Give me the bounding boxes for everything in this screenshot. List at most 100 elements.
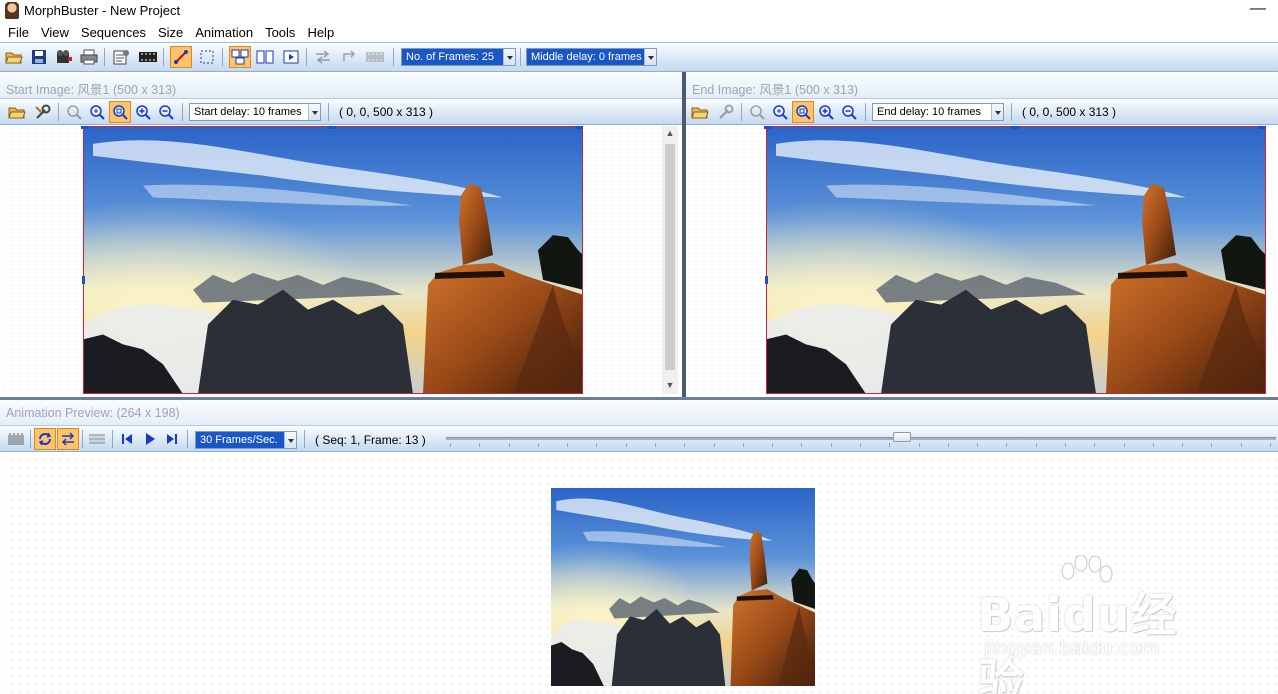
seek-slider-thumb[interactable] [892,432,911,442]
zoom-in-icon[interactable] [132,101,154,123]
middle-delay-select[interactable]: Middle delay: 0 frames [526,48,657,66]
resize-handle[interactable] [765,276,768,284]
slider-tick [567,443,569,447]
slider-tick [1123,443,1125,447]
start-image-scrollbar[interactable]: ▲ ▼ [662,126,678,394]
open-folder-icon[interactable] [6,101,28,123]
film-icon[interactable] [137,46,159,68]
resize-handle[interactable] [575,126,583,129]
fps-value: 30 Frames/Sec. [196,432,284,448]
resize-handle[interactable] [328,126,336,129]
layout-split-icon[interactable] [229,46,251,68]
open-folder-icon[interactable] [689,101,711,123]
menu-file[interactable]: File [2,25,35,40]
rotate-sequence-icon[interactable] [338,46,360,68]
select-rect-icon[interactable] [196,46,218,68]
ping-pong-icon[interactable] [57,428,79,450]
wrench-tools-icon[interactable] [715,101,737,123]
zoom-actual-icon[interactable] [86,101,108,123]
chevron-down-icon[interactable] [308,104,320,120]
start-delay-select[interactable]: Start delay: 10 frames [189,103,321,121]
export-movie-icon[interactable] [53,46,75,68]
resize-handle[interactable] [1258,126,1266,129]
line-tool-icon[interactable] [170,46,192,68]
frames-grid-icon[interactable] [86,428,108,450]
slider-tick [1182,443,1184,447]
open-folder-icon[interactable] [3,46,25,68]
resize-handle[interactable] [82,276,85,284]
zoom-in-icon[interactable] [815,101,837,123]
slider-tick [596,443,598,447]
zoom-out-icon[interactable] [838,101,860,123]
end-image-photo [766,126,1266,394]
zoom-actual-icon[interactable] [769,101,791,123]
zoom-out-icon[interactable] [155,101,177,123]
watermark-url: jingyan.baidu.com [984,637,1160,659]
slider-tick [772,443,774,447]
print-icon[interactable] [78,46,100,68]
frames-count-select[interactable]: No. of Frames: 25 [401,48,516,66]
slider-tick [479,443,481,447]
seek-slider[interactable] [446,437,1276,440]
swap-sequence-icon[interactable] [312,46,334,68]
start-image-photo [83,126,583,394]
first-frame-icon[interactable] [116,428,138,450]
menu-sequences[interactable]: Sequences [75,25,152,40]
resize-handle[interactable] [81,126,89,129]
preview-status: ( Seq: 1, Frame: 13 ) [315,433,426,447]
menu-view[interactable]: View [35,25,75,40]
slider-tick [713,443,715,447]
layout-compare-icon[interactable] [254,46,276,68]
scroll-up-icon[interactable]: ▲ [662,126,678,140]
menu-size[interactable]: Size [152,25,189,40]
slider-tick [1270,443,1271,447]
end-image-toolbar: End delay: 10 frames ( 0, 0, 500 x 313 ) [686,99,1278,125]
chevron-down-icon[interactable] [284,432,296,448]
morph-frames-icon[interactable] [364,46,386,68]
zoom-fit-icon[interactable] [63,101,85,123]
menu-tools[interactable]: Tools [259,25,301,40]
end-image-canvas[interactable] [688,126,1278,394]
chevron-down-icon[interactable] [503,49,515,65]
frames-count-value: No. of Frames: 25 [402,49,503,65]
scroll-thumb[interactable] [665,144,675,370]
start-image-canvas[interactable] [4,126,662,394]
scroll-down-icon[interactable]: ▼ [662,378,678,392]
film-strip-icon[interactable] [5,428,27,450]
slider-tick [1006,443,1008,447]
minimize-button[interactable]: — [1250,0,1266,18]
menu-animation[interactable]: Animation [189,25,259,40]
slider-tick [918,443,920,447]
slider-tick [742,443,744,447]
preview-frame-icon[interactable] [280,46,302,68]
menu-bar: File View Sequences Size Animation Tools… [0,22,1278,42]
slider-tick [860,443,861,447]
zoom-window-icon[interactable] [109,101,131,123]
play-icon[interactable] [139,428,161,450]
resize-handle[interactable] [764,126,772,129]
chevron-down-icon[interactable] [644,49,656,65]
slider-tick [1035,443,1037,447]
start-image-coords: ( 0, 0, 500 x 313 ) [339,105,434,119]
slider-tick [1152,443,1154,447]
slider-tick [450,443,451,447]
slider-tick [684,443,686,447]
properties-icon[interactable] [110,46,132,68]
wrench-tools-icon[interactable] [32,101,54,123]
end-delay-value: End delay: 10 frames [873,104,991,120]
app-icon [5,2,19,19]
end-delay-select[interactable]: End delay: 10 frames [872,103,1004,121]
slider-tick [1094,443,1096,447]
save-disk-icon[interactable] [28,46,50,68]
zoom-window-icon[interactable] [792,101,814,123]
baidu-watermark: Baidu经验 jingyan.baidu.com [978,555,1218,694]
loop-icon[interactable] [34,428,56,450]
slider-tick [1240,443,1242,447]
zoom-fit-icon[interactable] [746,101,768,123]
resize-handle[interactable] [1011,126,1019,129]
chevron-down-icon[interactable] [991,104,1003,120]
end-image-header: End Image: 风景1 (500 x 313) [686,73,1278,99]
menu-help[interactable]: Help [301,25,340,40]
last-frame-icon[interactable] [161,428,183,450]
fps-select[interactable]: 30 Frames/Sec. [195,431,297,449]
